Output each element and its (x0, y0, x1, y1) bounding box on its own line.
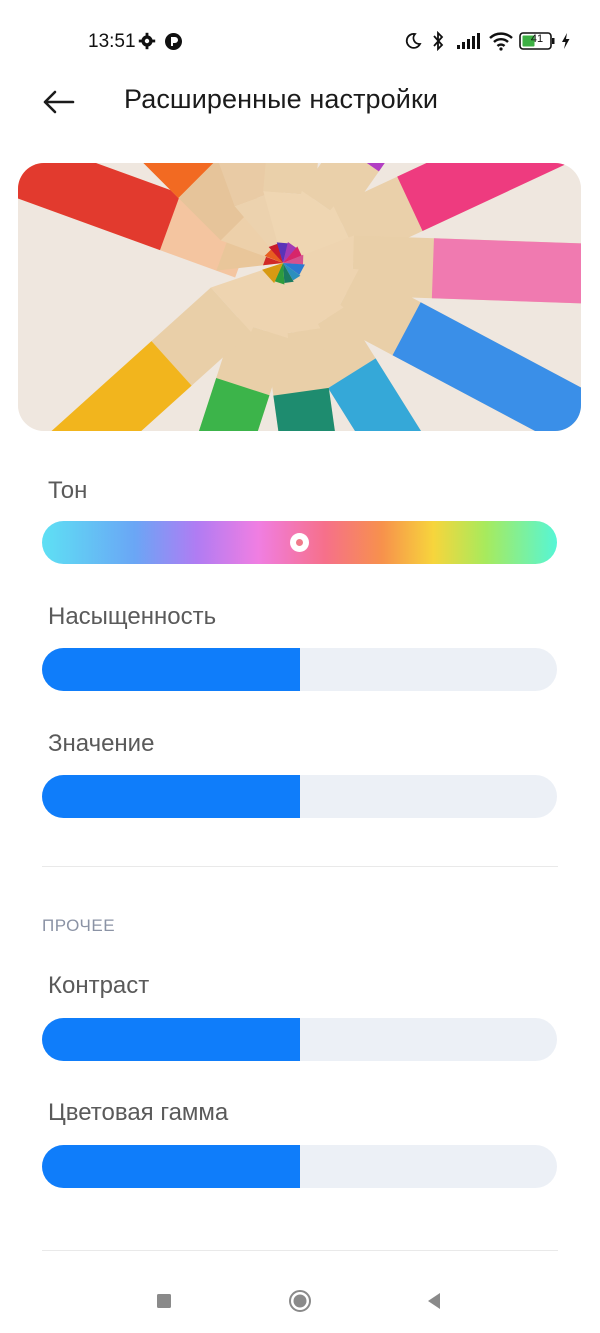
saturation-label: Насыщенность (48, 603, 217, 630)
value-slider[interactable] (42, 775, 557, 818)
contrast-slider-fill (42, 1018, 300, 1061)
divider (42, 866, 558, 867)
wifi-icon (487, 29, 515, 53)
saturation-slider[interactable] (42, 648, 557, 691)
hue-slider[interactable] (42, 521, 557, 564)
charging-icon (559, 29, 571, 53)
recents-square-icon (157, 1294, 171, 1308)
battery-level: 41 (530, 33, 544, 45)
color-gamut-slider[interactable] (42, 1145, 557, 1188)
status-time: 13:51 (88, 31, 136, 52)
divider (42, 1250, 558, 1251)
back-triangle-icon (428, 1293, 440, 1309)
moon-icon (403, 29, 423, 53)
contrast-label: Контраст (48, 972, 150, 999)
app-notification-icon (162, 29, 184, 53)
colored-pencils-image (18, 163, 581, 431)
color-gamut-label: Цветовая гамма (48, 1099, 229, 1126)
section-title-other: ПРОЧЕЕ (42, 916, 116, 935)
arrow-left-icon (43, 90, 75, 114)
hue-slider-thumb[interactable] (290, 533, 309, 552)
settings-gear-icon (137, 29, 157, 53)
value-label: Значение (48, 730, 155, 757)
battery-icon: 41 (519, 29, 557, 53)
status-bar: 13:51 41 (0, 0, 600, 84)
saturation-slider-fill (42, 648, 300, 691)
contrast-slider[interactable] (42, 1018, 557, 1061)
home-button[interactable] (280, 1281, 320, 1321)
bluetooth-icon (430, 29, 446, 53)
color-gamut-slider-fill (42, 1145, 300, 1188)
signal-icon (455, 29, 483, 53)
page-title: Расширенные настройки (124, 84, 439, 114)
value-slider-fill (42, 775, 300, 818)
back-button[interactable] (36, 82, 80, 122)
hue-label: Тон (48, 477, 88, 504)
back-nav-button[interactable] (414, 1281, 454, 1321)
recents-button[interactable] (144, 1281, 184, 1321)
home-circle-icon (289, 1290, 311, 1312)
